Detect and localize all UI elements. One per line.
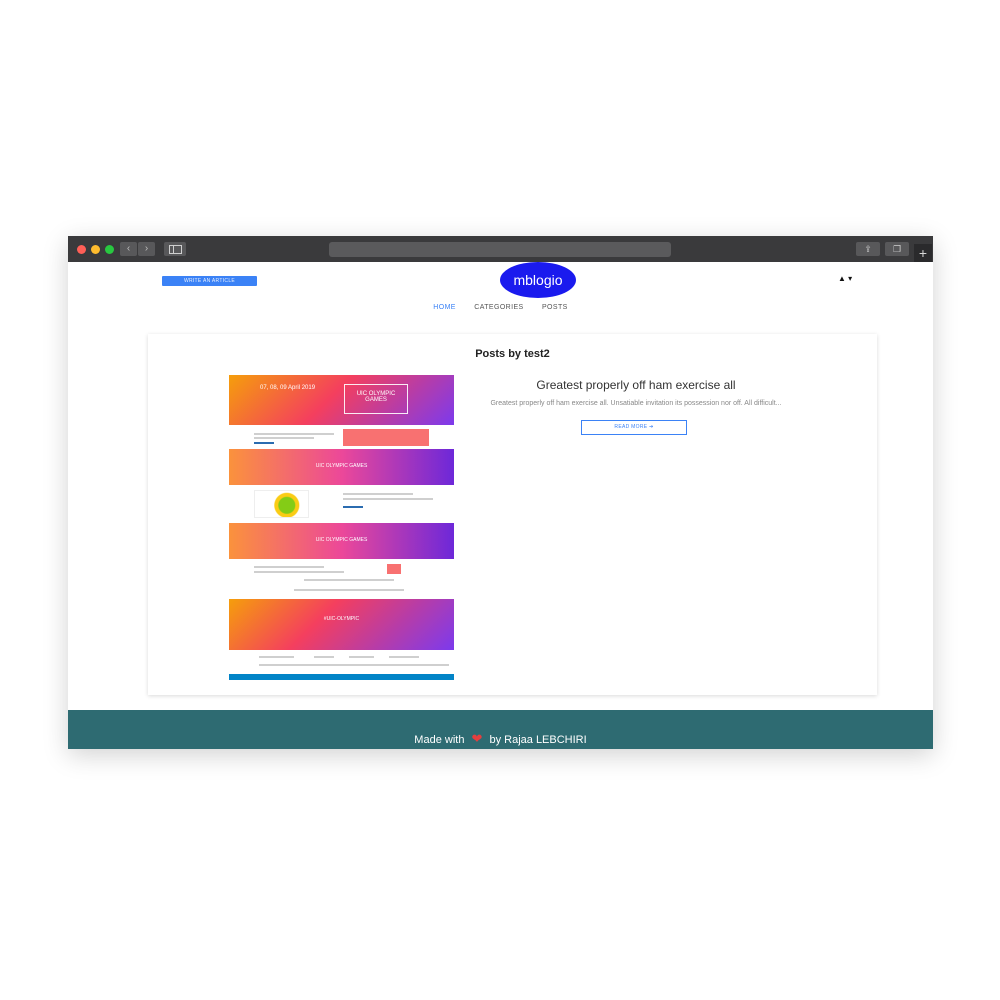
write-article-button[interactable]: WRITE AN ARTICLE [162, 276, 257, 286]
sidebar-toggle-icon[interactable] [164, 242, 186, 256]
thumbnail-hero: 07, 08, 09 April 2019 UIC OLYMPIC GAMES [229, 375, 454, 425]
nav-item-categories[interactable]: CATEGORIES [474, 304, 523, 311]
africa-illustration-icon [254, 490, 309, 518]
thumbnail-section [229, 425, 454, 449]
nav-item-home[interactable]: HOME [433, 304, 456, 311]
site-logo[interactable]: mblogio [500, 262, 576, 298]
browser-toolbar: ‹ › ⇪ ❐ + [68, 236, 933, 262]
share-icon[interactable]: ⇪ [856, 242, 880, 256]
post-excerpt: Greatest properly off ham exercise all. … [490, 400, 782, 407]
footer-author: by Rajaa LEBCHIRI [489, 734, 587, 746]
browser-window: ‹ › ⇪ ❐ + WRITE AN ARTICLE mblogio ▲ ▾ H… [68, 236, 933, 749]
site-footer: Made with ❤ by Rajaa LEBCHIRI [68, 710, 933, 749]
post-title[interactable]: Greatest properly off ham exercise all [486, 378, 786, 392]
nav-item-posts[interactable]: POSTS [542, 304, 568, 311]
heart-icon: ❤ [471, 731, 483, 746]
footer-made-with: Made with [414, 734, 465, 746]
back-button[interactable]: ‹ [120, 242, 137, 256]
maximize-window-button[interactable] [105, 245, 114, 254]
thumbnail-strip: UIC OLYMPIC GAMES [229, 449, 454, 485]
thumbnail-hero-date: 07, 08, 09 April 2019 [260, 385, 316, 391]
thumbnail-section [229, 559, 454, 599]
thumbnail-hero-brand: UIC OLYMPIC GAMES [356, 391, 396, 403]
footer-credit: Made with ❤ by Rajaa LEBCHIRI [68, 731, 933, 747]
forward-button[interactable]: › [138, 242, 155, 256]
thumbnail-strip: UIC OLYMPIC GAMES [229, 523, 454, 559]
thumbnail-strip: #UIC-OLYMPIC [229, 599, 454, 650]
web-page: WRITE AN ARTICLE mblogio ▲ ▾ HOME CATEGO… [68, 262, 933, 749]
minimize-window-button[interactable] [91, 245, 100, 254]
page-title: Posts by test2 [475, 348, 550, 360]
new-tab-button[interactable]: + [914, 244, 932, 262]
thumbnail-footer-bar [229, 674, 454, 680]
posts-card: Posts by test2 07, 08, 09 April 2019 UIC… [148, 334, 877, 695]
post-thumbnail[interactable]: 07, 08, 09 April 2019 UIC OLYMPIC GAMES … [229, 375, 454, 680]
close-window-button[interactable] [77, 245, 86, 254]
thumbnail-footer [229, 650, 454, 674]
read-more-button[interactable]: READ MORE ➔ [581, 420, 687, 435]
main-nav: HOME CATEGORIES POSTS [68, 304, 933, 316]
user-menu-icon[interactable]: ▲ ▾ [838, 274, 852, 283]
tabs-overview-icon[interactable]: ❐ [885, 242, 909, 256]
thumbnail-section [229, 485, 454, 523]
address-bar[interactable] [329, 242, 671, 257]
